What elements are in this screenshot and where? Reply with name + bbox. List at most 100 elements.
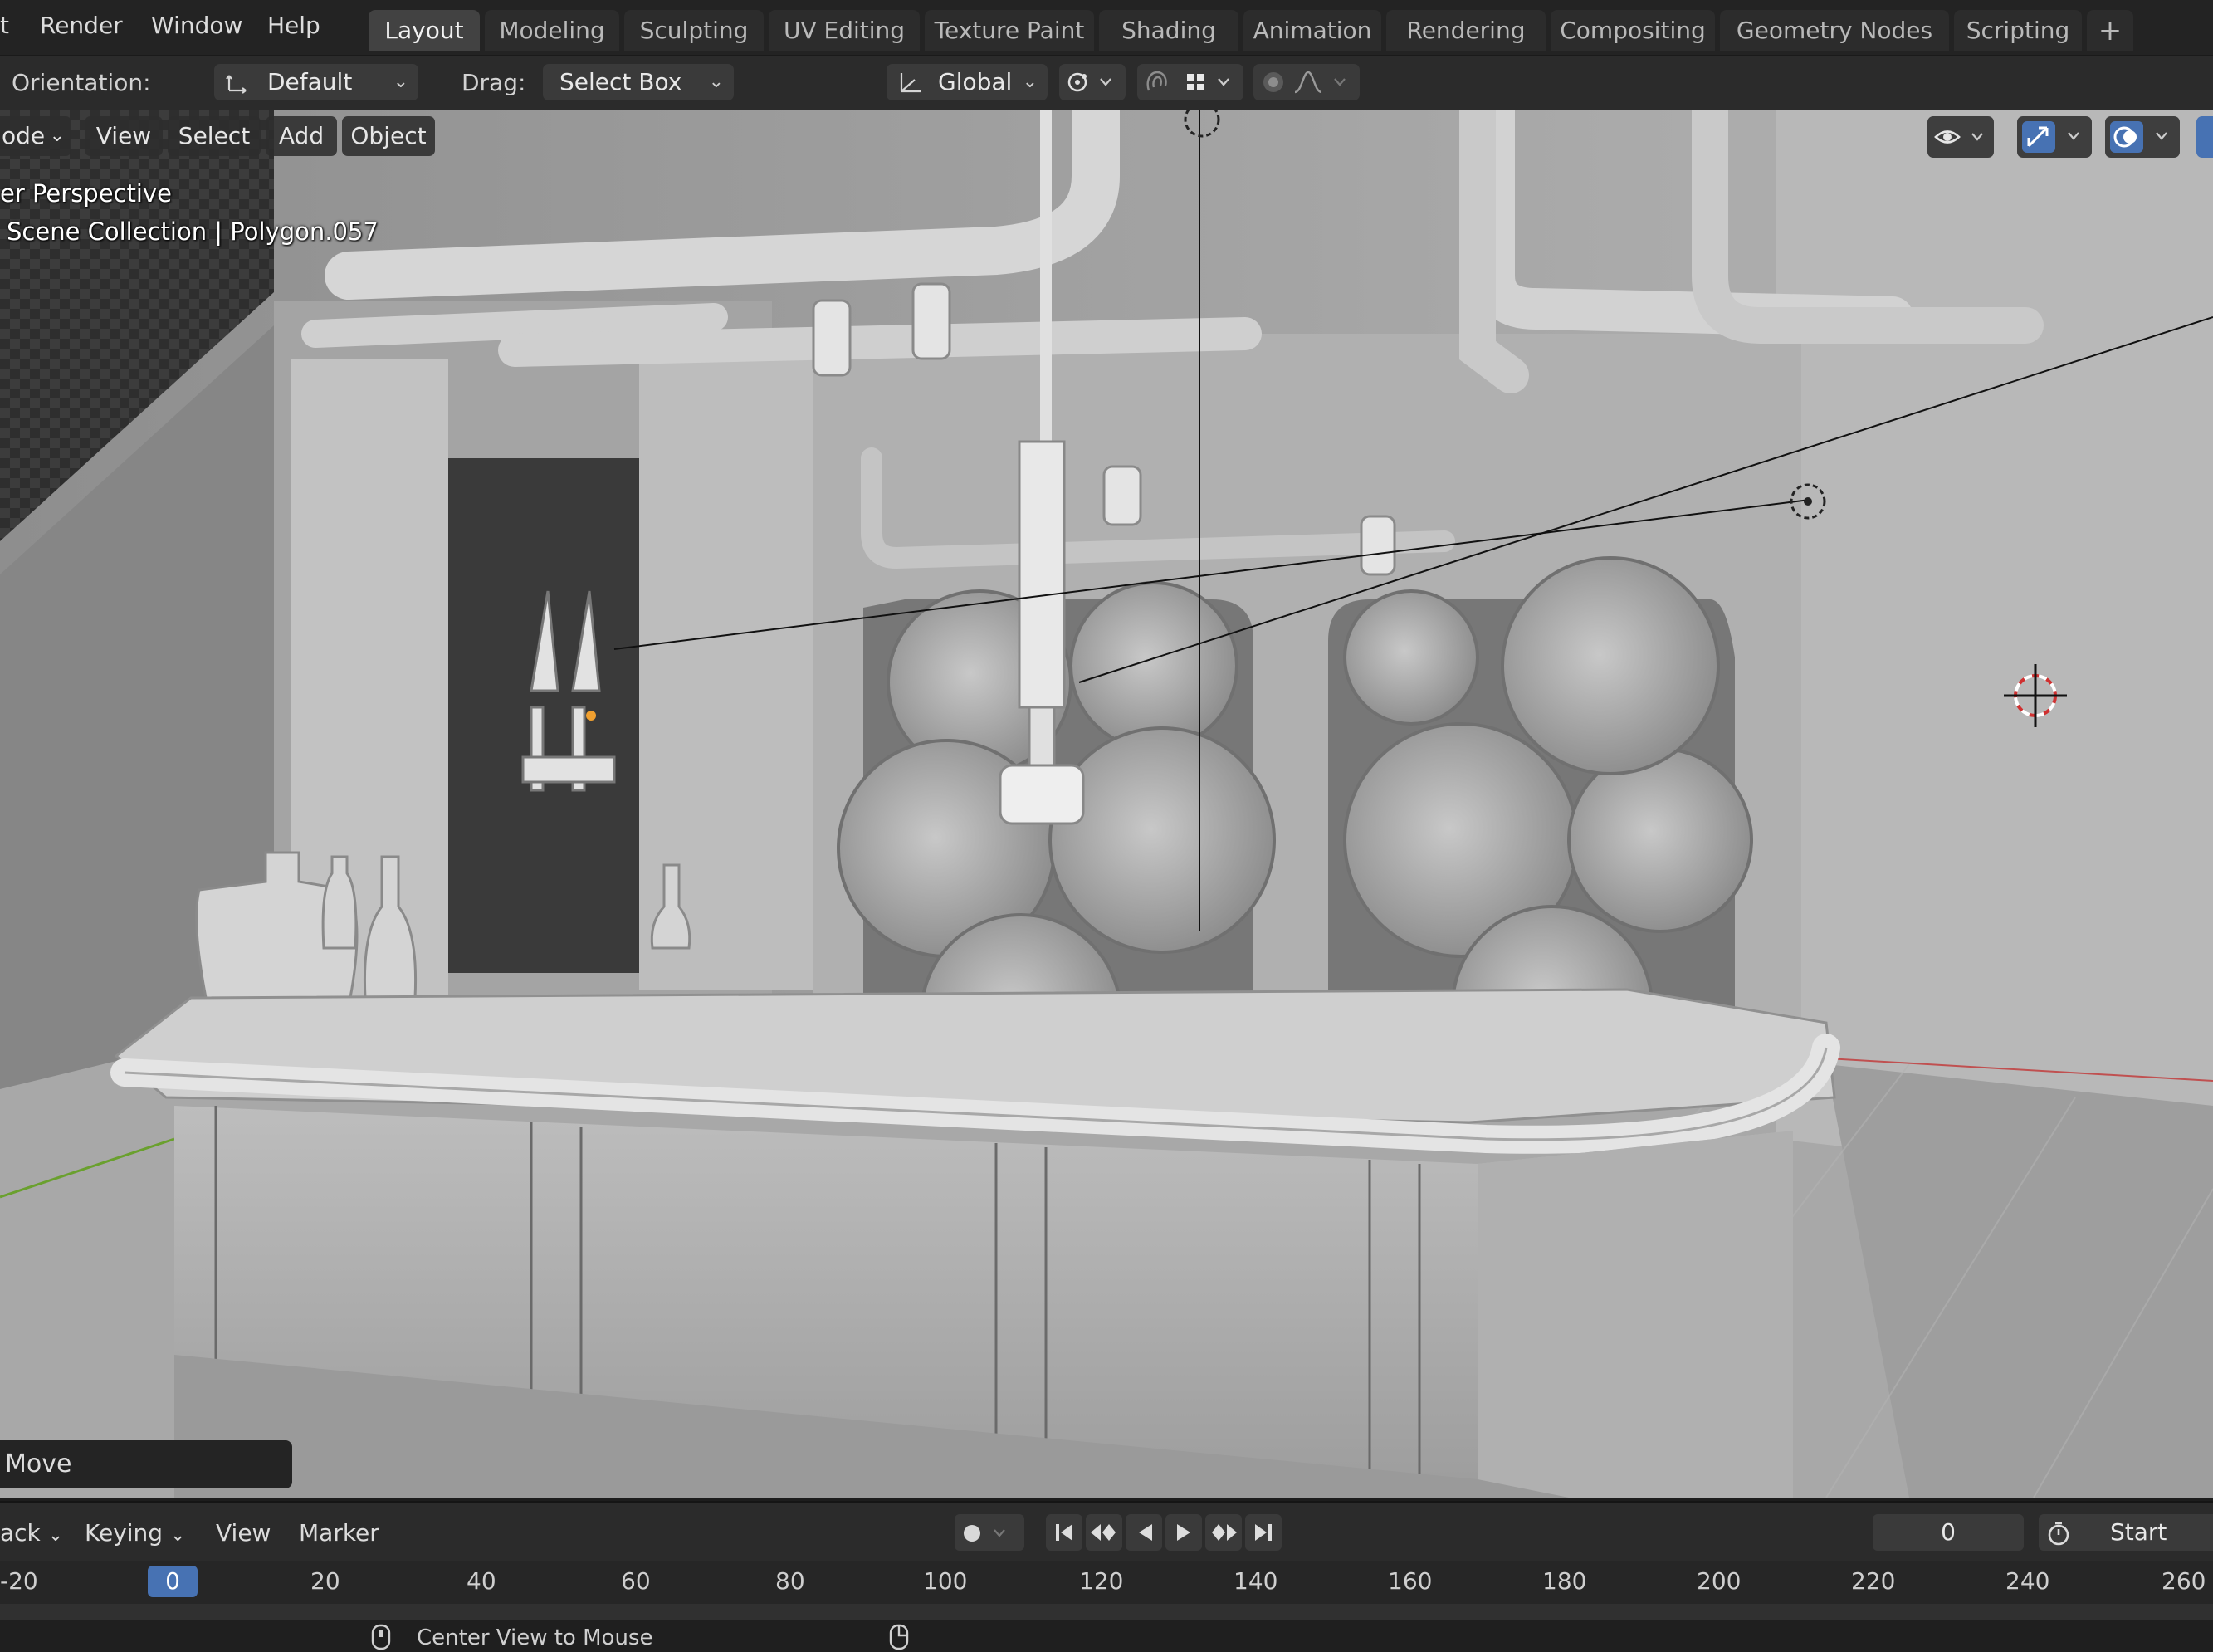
ruler-tick: 200 <box>1697 1567 1742 1595</box>
tab-shading[interactable]: Shading <box>1099 10 1238 51</box>
chevron-down-icon: ⌄ <box>47 1525 64 1546</box>
play-icon <box>1177 1524 1190 1541</box>
ruler-tick: 220 <box>1851 1567 1896 1595</box>
keying-dropdown[interactable]: Keying ⌄ <box>85 1519 185 1547</box>
ruler-tick: 260 <box>2162 1567 2206 1595</box>
timeline-header: ack ⌄ Keying ⌄ View Marker 0 Start <box>0 1501 2213 1562</box>
current-frame-field[interactable]: 0 <box>1873 1514 2024 1551</box>
ruler-tick: 40 <box>467 1567 496 1595</box>
top-menu-bar: t Render Window Help Layout Modeling Scu… <box>0 0 2213 55</box>
record-icon <box>964 1525 1005 1542</box>
object-mode-dropdown[interactable]: ode ⌄ <box>0 116 71 156</box>
tab-texture-paint[interactable]: Texture Paint <box>925 10 1094 51</box>
ruler-tick: 100 <box>923 1567 968 1595</box>
timeline-frame-ruler[interactable]: -20 0 20 40 60 80 100 120 140 160 180 20… <box>0 1561 2213 1604</box>
proportional-falloff-icon <box>1263 71 1346 94</box>
jump-end-button[interactable] <box>1245 1514 1282 1551</box>
transform-orientation-value: Global <box>938 68 1013 95</box>
ruler-tick: 80 <box>775 1567 805 1595</box>
timeline-body[interactable] <box>0 1604 2213 1620</box>
pivot-point-icon <box>1067 72 1111 92</box>
proportional-editing-toggle[interactable] <box>1253 64 1360 100</box>
visibility-dropdown[interactable] <box>1927 116 1994 158</box>
tab-layout[interactable]: Layout <box>369 10 480 51</box>
next-keyframe-button[interactable] <box>1205 1514 1242 1551</box>
chevron-down-icon: ⌄ <box>49 125 65 146</box>
jump-start-button[interactable] <box>1046 1514 1082 1551</box>
mode-label: ode <box>2 122 46 149</box>
overlays-toggle[interactable] <box>2105 116 2180 158</box>
orientation-dropdown[interactable]: Default ⌄ <box>214 64 418 100</box>
shading-mode-button[interactable] <box>2196 116 2213 158</box>
ruler-tick: 240 <box>2005 1567 2050 1595</box>
global-axes-icon <box>900 73 921 93</box>
transform-orientation-dropdown[interactable]: Global ⌄ <box>887 64 1048 100</box>
mouse-middle-icon <box>371 1624 391 1650</box>
eye-icon <box>1934 130 1983 144</box>
snapping-toggle[interactable] <box>1137 64 1243 100</box>
add-workspace-button[interactable]: + <box>2087 10 2133 51</box>
operator-label: Move <box>5 1449 72 1478</box>
timeline-menu-view[interactable]: View <box>216 1519 271 1547</box>
tab-rendering[interactable]: Rendering <box>1386 10 1546 51</box>
pivot-point-dropdown[interactable] <box>1059 64 1126 100</box>
start-frame-field[interactable]: Start <box>2039 1514 2213 1551</box>
next-keyframe-icon <box>1212 1524 1237 1541</box>
tab-geometry-nodes[interactable]: Geometry Nodes <box>1720 10 1949 51</box>
play-reverse-icon <box>1139 1524 1152 1541</box>
timeline-menu-marker[interactable]: Marker <box>299 1519 379 1547</box>
prev-keyframe-icon <box>1091 1524 1116 1541</box>
chevron-down-icon: ⌄ <box>708 71 724 92</box>
tab-animation[interactable]: Animation <box>1243 10 1381 51</box>
tab-modeling[interactable]: Modeling <box>485 10 619 51</box>
viewport-menu-select[interactable]: Select <box>168 116 261 156</box>
magnet-icon <box>1146 71 1229 91</box>
chevron-down-icon: ⌄ <box>169 1525 186 1546</box>
tool-settings-header: Orientation: Default ⌄ Drag: Select Box … <box>0 55 2213 110</box>
mouse-right-icon <box>889 1624 909 1650</box>
drag-dropdown[interactable]: Select Box ⌄ <box>543 64 734 100</box>
collection-info-label: Scene Collection | Polygon.057 <box>7 217 379 246</box>
ruler-tick: 160 <box>1388 1567 1433 1595</box>
play-button[interactable] <box>1165 1514 1202 1551</box>
tab-scripting[interactable]: Scripting <box>1954 10 2082 51</box>
stopwatch-icon <box>2048 1522 2069 1546</box>
tab-uv-editing[interactable]: UV Editing <box>769 10 920 51</box>
viewport-menu-add[interactable]: Add <box>266 116 337 156</box>
menu-help[interactable]: Help <box>267 12 320 39</box>
drag-value: Select Box <box>559 68 682 95</box>
current-frame-marker[interactable]: 0 <box>148 1566 198 1597</box>
play-reverse-button[interactable] <box>1126 1514 1162 1551</box>
ruler-tick: 60 <box>621 1567 651 1595</box>
jump-end-icon <box>1255 1524 1272 1541</box>
menu-edit[interactable]: t <box>0 12 9 39</box>
viewport-menu-object[interactable]: Object <box>342 116 435 156</box>
menu-window[interactable]: Window <box>151 12 242 39</box>
last-operator-panel[interactable]: Move <box>0 1440 292 1488</box>
chevron-down-icon: ⌄ <box>393 71 408 92</box>
drag-label: Drag: <box>462 69 526 96</box>
ruler-tick: 180 <box>1542 1567 1587 1595</box>
menu-render[interactable]: Render <box>40 12 123 39</box>
viewport-menu-view[interactable]: View <box>85 116 163 156</box>
ruler-tick: 20 <box>310 1567 340 1595</box>
viewport-scene-render[interactable] <box>0 110 2213 1498</box>
gizmo-icon <box>2022 121 2079 153</box>
status-hint: Center View to Mouse <box>417 1625 653 1650</box>
prev-keyframe-button[interactable] <box>1086 1514 1122 1551</box>
gizmo-toggle[interactable] <box>2017 116 2092 158</box>
3d-viewport[interactable]: ode ⌄ View Select Add Object er Perspecti… <box>0 110 2213 1498</box>
tab-sculpting[interactable]: Sculpting <box>624 10 764 51</box>
orientation-value: Default <box>267 68 353 95</box>
orientation-label: Orientation: <box>12 69 151 96</box>
playback-label: ack <box>0 1519 41 1547</box>
ruler-tick: 120 <box>1079 1567 1124 1595</box>
auto-keying-toggle[interactable] <box>955 1514 1024 1551</box>
start-label: Start <box>2110 1518 2167 1546</box>
playback-dropdown[interactable]: ack ⌄ <box>0 1519 63 1547</box>
overlays-icon <box>2110 121 2167 153</box>
tab-compositing[interactable]: Compositing <box>1551 10 1715 51</box>
ruler-tick: -20 <box>0 1567 38 1595</box>
chevron-down-icon: ⌄ <box>1022 71 1038 92</box>
view-name-label: er Perspective <box>0 179 172 208</box>
